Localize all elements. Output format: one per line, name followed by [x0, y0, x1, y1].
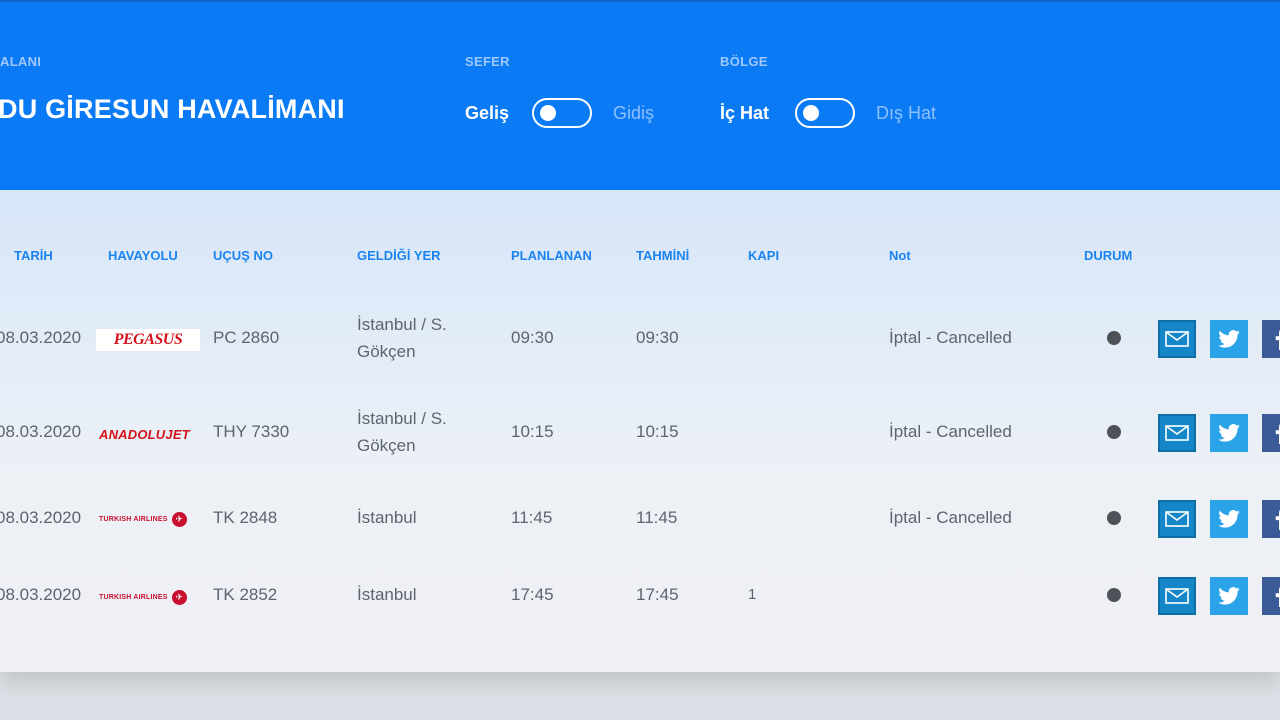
col-kapi: KAPI	[748, 248, 780, 263]
row-flight: TK 2852	[213, 585, 278, 604]
twitter-icon	[1218, 424, 1240, 442]
twitter-share-button[interactable]	[1210, 500, 1248, 538]
col-ucus-no: UÇUŞ NO	[213, 248, 273, 263]
airport-name: DU GİRESUN HAVALİMANI	[0, 94, 345, 124]
twitter-share-button[interactable]	[1210, 577, 1248, 615]
twitter-share-button[interactable]	[1210, 414, 1248, 452]
row-planned: 11:45	[511, 508, 553, 527]
status-dot-icon	[1107, 425, 1121, 439]
status-dot-icon	[1107, 331, 1121, 345]
sefer-off-label[interactable]: Gidiş	[613, 103, 654, 124]
turkish-airlines-logo: TURKISH AIRLINES ✈	[99, 586, 187, 608]
row-origin-line1: İstanbul / S.	[357, 409, 447, 428]
mail-share-button[interactable]	[1158, 414, 1196, 452]
mail-icon	[1165, 425, 1189, 441]
row-planned: 17:45	[511, 585, 554, 604]
toggle-knob	[803, 105, 819, 121]
row-origin-line1: İstanbul	[357, 508, 417, 527]
bolge-off-label[interactable]: Dış Hat	[876, 103, 936, 124]
facebook-icon	[1275, 586, 1280, 607]
airport-label: ALANI	[0, 54, 42, 69]
row-planned: 10:15	[511, 422, 554, 441]
twitter-icon	[1218, 587, 1240, 605]
bolge-label: BÖLGE	[720, 54, 768, 69]
row-date: 08.03.2020	[0, 328, 82, 347]
status-dot-icon	[1107, 511, 1121, 525]
row-origin-line1: İstanbul / S.	[357, 315, 447, 334]
facebook-icon	[1275, 509, 1280, 530]
row-flight: PC 2860	[213, 328, 280, 347]
row-flight: TK 2848	[213, 508, 278, 527]
row-date: 08.03.2020	[0, 585, 82, 604]
toggle-knob	[540, 105, 556, 121]
status-dot-icon	[1107, 588, 1121, 602]
anadolujet-logo: ANADOLUJET	[99, 426, 190, 442]
row-origin-line2: Gökçen	[357, 436, 416, 455]
pegasus-logo: PEGASUS	[96, 329, 200, 351]
row-origin-line2: Gökçen	[357, 342, 416, 361]
row-flight: THY 7330	[213, 422, 290, 441]
mail-icon	[1165, 588, 1189, 604]
sefer-label: SEFER	[465, 54, 510, 69]
flights-table: TARİH HAVAYOLU UÇUŞ NO GELDİĞİ YER PLANL…	[0, 190, 1280, 672]
row-estimated: 10:15	[636, 422, 679, 441]
mail-icon	[1165, 331, 1189, 347]
col-not: Not	[889, 248, 911, 263]
turkish-airlines-logo: TURKISH AIRLINES ✈	[99, 508, 187, 530]
twitter-icon	[1218, 330, 1240, 348]
facebook-icon	[1275, 329, 1280, 350]
facebook-share-button[interactable]	[1262, 414, 1280, 452]
row-date: 08.03.2020	[0, 422, 82, 441]
facebook-share-button[interactable]	[1262, 577, 1280, 615]
mail-icon	[1165, 511, 1189, 527]
col-havayolu: HAVAYOLU	[108, 248, 178, 263]
header-bar: ALANI DU GİRESUN HAVALİMANI SEFER Geliş …	[0, 0, 1280, 190]
mail-share-button[interactable]	[1158, 320, 1196, 358]
bolge-on-label[interactable]: İç Hat	[720, 103, 769, 124]
row-estimated: 17:45	[636, 585, 679, 604]
col-tahmini: TAHMİNİ	[636, 248, 690, 263]
row-estimated: 11:45	[636, 508, 678, 527]
row-date: 08.03.2020	[0, 508, 82, 527]
row-gate: 1	[748, 586, 757, 603]
row-note: İptal - Cancelled	[889, 508, 1012, 527]
thy-bird-icon: ✈	[171, 511, 187, 527]
thy-bird-icon: ✈	[171, 589, 187, 605]
facebook-share-button[interactable]	[1262, 500, 1280, 538]
twitter-icon	[1218, 510, 1240, 528]
col-planlanan: PLANLANAN	[511, 248, 592, 263]
mail-share-button[interactable]	[1158, 577, 1196, 615]
facebook-icon	[1275, 423, 1280, 444]
row-note: İptal - Cancelled	[889, 328, 1012, 347]
col-geldigi-yer: GELDİĞİ YER	[357, 248, 441, 263]
row-origin-line1: İstanbul	[357, 585, 417, 604]
sefer-toggle[interactable]	[532, 98, 592, 128]
sefer-on-label[interactable]: Geliş	[465, 103, 509, 124]
mail-share-button[interactable]	[1158, 500, 1196, 538]
twitter-share-button[interactable]	[1210, 320, 1248, 358]
col-durum: DURUM	[1084, 248, 1133, 263]
row-estimated: 09:30	[636, 328, 679, 347]
col-tarih: TARİH	[14, 248, 53, 263]
facebook-share-button[interactable]	[1262, 320, 1280, 358]
row-planned: 09:30	[511, 328, 554, 347]
bolge-toggle[interactable]	[795, 98, 855, 128]
row-note: İptal - Cancelled	[889, 422, 1012, 441]
